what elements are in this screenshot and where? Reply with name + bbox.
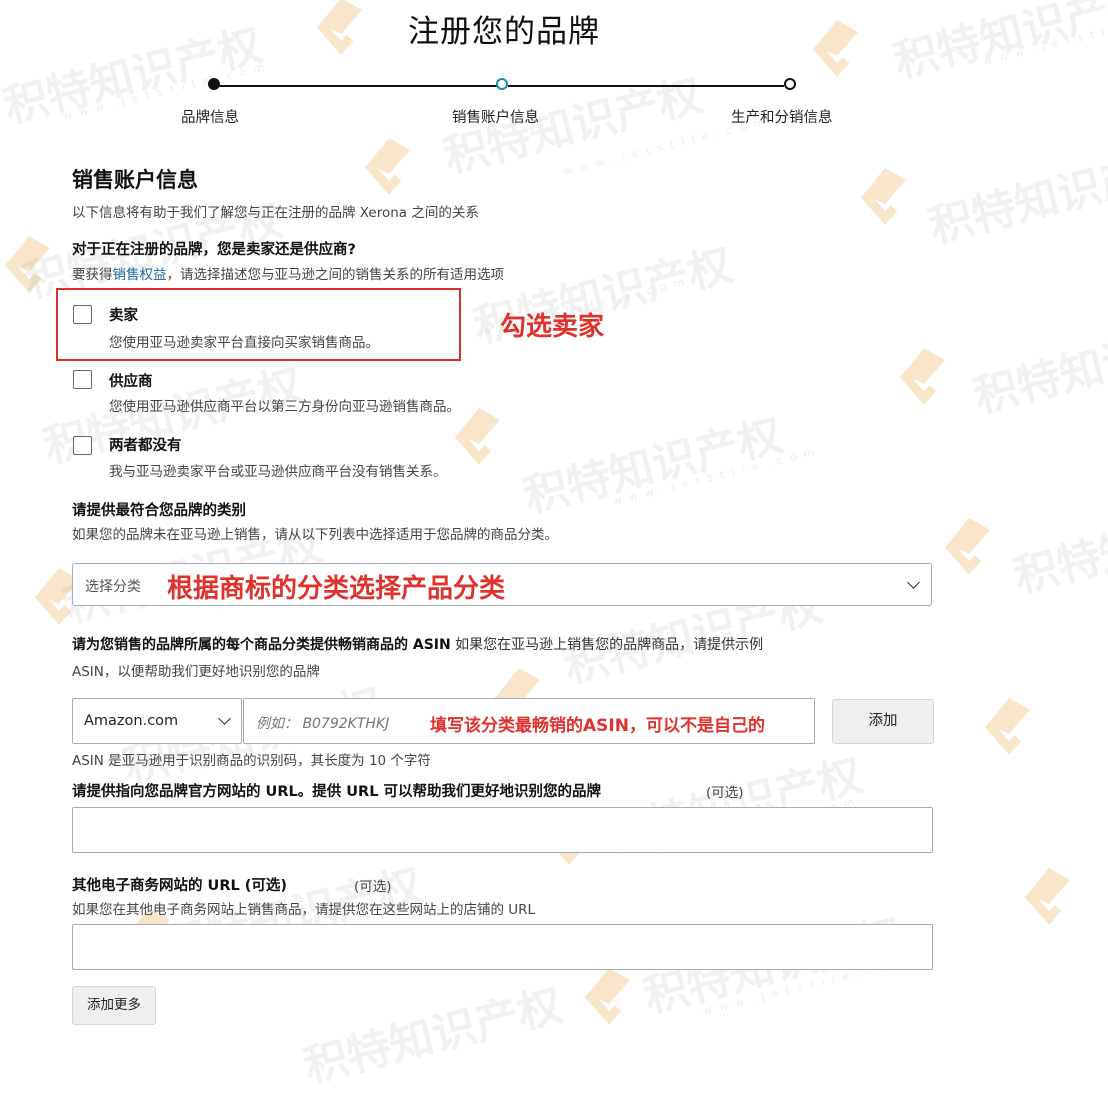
section-subtitle: 以下信息将有助于我们了解您与正在注册的品牌 Xerona 之间的关系 [72, 205, 479, 221]
vendor-option-description: 您使用亚马逊供应商平台以第三方身份向亚马逊销售商品。 [109, 399, 460, 415]
section-title: 销售账户信息 [72, 168, 198, 192]
website-url-input[interactable] [72, 807, 933, 853]
help-suffix: ，请选择描述您与亚马逊之间的销售关系的所有适用选项 [166, 267, 505, 283]
sales-rights-link[interactable]: 销售权益 [113, 267, 167, 283]
asin-input-placeholder: 例如： B0792KTHKJ [256, 716, 390, 732]
stepper-line-upcoming [508, 85, 784, 87]
page-title: 注册您的品牌 [408, 14, 600, 50]
step-label-brand-info: 品牌信息 [181, 110, 239, 126]
annotation-fill-asin: 填写该分类最畅销的ASIN，可以不是自己的 [430, 716, 765, 736]
ecommerce-question-title: 其他电子商务网站的 URL (可选) [72, 878, 288, 894]
watermark-text: 积特知识产权 [298, 979, 568, 1094]
vendor-checkbox[interactable] [73, 370, 92, 389]
website-question-title: 请提供指向您品牌官方网站的 URL。提供 URL 可以帮助我们更好地识别您的品牌 [72, 784, 601, 800]
watermark-logo-icon [984, 698, 1030, 754]
watermark-text: 积特知识产权 [1008, 489, 1108, 604]
seller-checkbox[interactable] [73, 305, 92, 324]
watermark-logo-icon [364, 138, 410, 194]
watermark-logo-icon [860, 168, 906, 224]
step-dot-sales-account [496, 78, 508, 90]
vendor-option-label: 供应商 [109, 374, 153, 390]
watermark-url: w w w . j e t s t i l e . c o m [611, 444, 818, 509]
asin-question-line2: ASIN，以便帮助我们更好地识别您的品牌 [72, 664, 320, 680]
step-label-sales-account: 销售账户信息 [452, 110, 539, 126]
watermark-logo-icon [899, 348, 945, 404]
seller-question-title: 对于正在注册的品牌，您是卖家还是供应商? [72, 242, 356, 258]
watermark-logo-icon [1024, 868, 1070, 924]
ecommerce-optional-label: (可选) [354, 879, 392, 895]
watermark-logo-icon [944, 518, 990, 574]
website-optional-label: (可选) [706, 785, 744, 801]
step-label-production: 生产和分销信息 [731, 110, 833, 126]
category-question-title: 请提供最符合您品牌的类别 [72, 503, 246, 519]
watermark-text: 积特知识产权 [923, 139, 1108, 254]
stepper-line-completed [214, 85, 498, 87]
chevron-down-icon [907, 576, 920, 589]
add-more-button[interactable]: 添加更多 [72, 986, 156, 1025]
add-asin-button[interactable]: 添加 [832, 699, 934, 744]
watermark-text: 积特知识产权 [968, 309, 1108, 424]
neither-checkbox[interactable] [73, 436, 92, 455]
category-select-placeholder: 选择分类 [85, 579, 141, 595]
watermark-text: 积特知识产权 [518, 409, 788, 524]
watermark-logo-icon [4, 236, 50, 292]
seller-option-label: 卖家 [109, 308, 138, 324]
category-question-help: 如果您的品牌未在亚马逊上销售，请从以下列表中选择适用于您品牌的商品分类。 [72, 527, 558, 543]
marketplace-selected-value: Amazon.com [84, 713, 179, 729]
asin-title-rest: 如果您在亚马逊上销售您的品牌商品，请提供示例 [450, 637, 764, 653]
step-dot-brand-info [208, 78, 220, 90]
ecommerce-question-help: 如果您在其他电子商务网站上销售商品，请提供您在这些网站上的店铺的 URL [72, 902, 536, 918]
ecommerce-url-input[interactable] [72, 924, 933, 970]
asin-question-title: 请为您销售的品牌所属的每个商品分类提供畅销商品的 ASIN 如果您在亚马逊上销售… [72, 634, 763, 654]
chevron-down-icon [218, 712, 231, 725]
asin-hint: ASIN 是亚马逊用于识别商品的识别码，其长度为 10 个字符 [72, 753, 431, 769]
marketplace-select[interactable]: Amazon.com [72, 698, 242, 744]
step-dot-production [784, 78, 796, 90]
asin-title-bold: 请为您销售的品牌所属的每个商品分类提供畅销商品的 ASIN [72, 637, 451, 653]
seller-question-help: 要获得销售权益，请选择描述您与亚马逊之间的销售关系的所有适用选项 [72, 263, 504, 283]
neither-option-description: 我与亚马逊卖家平台或亚马逊供应商平台没有销售关系。 [109, 464, 447, 480]
help-prefix: 要获得 [72, 267, 113, 283]
asin-input[interactable]: 例如： B0792KTHKJ 填写该分类最畅销的ASIN，可以不是自己的 [243, 698, 815, 744]
neither-option-label: 两者都没有 [109, 438, 182, 454]
annotation-choose-category: 根据商标的分类选择产品分类 [167, 574, 506, 604]
annotation-check-seller: 勾选卖家 [500, 312, 605, 342]
seller-option-description: 您使用亚马逊卖家平台直接向买家销售商品。 [109, 335, 379, 351]
category-select[interactable]: 选择分类 根据商标的分类选择产品分类 [72, 563, 932, 606]
